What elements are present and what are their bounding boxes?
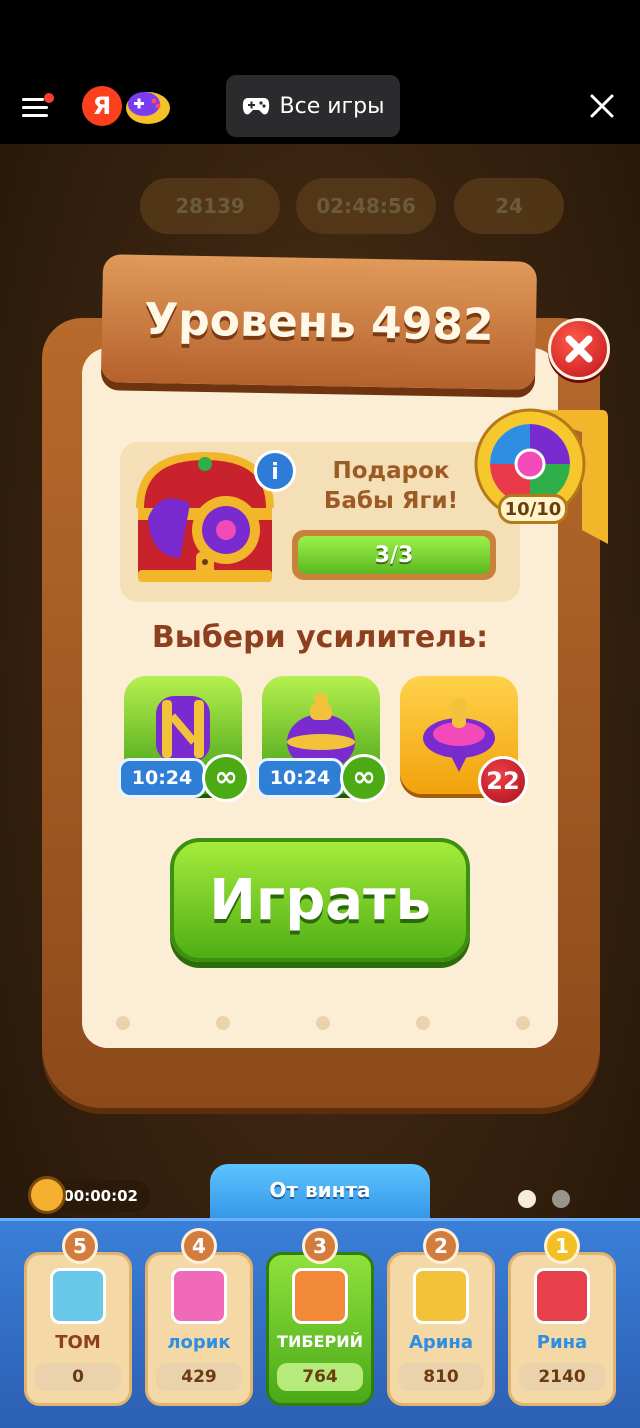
coins-counter: 28139 — [140, 178, 280, 234]
leader-score: 764 — [277, 1363, 363, 1391]
level-title: Уровень 4982 — [143, 293, 495, 351]
booster-count-badge: 22 — [478, 756, 528, 806]
close-icon[interactable] — [586, 90, 618, 122]
leader-name: лорик — [167, 1332, 231, 1353]
games-logo-icon[interactable] — [124, 86, 172, 126]
all-games-button[interactable]: Все игры — [226, 75, 400, 137]
booster-bomb-timer: 10:24 — [256, 758, 344, 798]
infinity-badge: ∞ — [202, 754, 250, 802]
level-title-plank: Уровень 4982 — [100, 254, 538, 390]
gift-progress-label: 3/3 — [374, 542, 414, 568]
infinity-badge: ∞ — [340, 754, 388, 802]
leader-rank: 4 — [181, 1228, 217, 1264]
lives-counter: 02:48:56 — [296, 178, 436, 234]
gift-title: Подарок Бабы Яги! — [296, 456, 486, 516]
leader-rank: 2 — [423, 1228, 459, 1264]
booster-title: Выбери усилитель: — [151, 620, 489, 655]
gift-title-line2: Бабы Яги! — [323, 488, 459, 514]
leader-name: Арина — [408, 1332, 473, 1353]
leader-rank: 3 — [302, 1228, 338, 1264]
info-button[interactable]: i — [254, 450, 296, 492]
leader-score: 0 — [35, 1363, 121, 1391]
yandex-logo[interactable]: Я — [82, 86, 122, 126]
leader-name: ТИБЕРИЙ — [277, 1332, 363, 1351]
avatar — [292, 1268, 348, 1324]
leader-score: 429 — [156, 1363, 242, 1391]
wheel-counter: 10/10 — [498, 494, 568, 524]
page-dot-active[interactable] — [518, 1190, 536, 1208]
coins-value: 28139 — [175, 194, 245, 218]
modal-close-button[interactable] — [548, 318, 610, 380]
avatar — [413, 1268, 469, 1324]
stars-counter: 24 — [454, 178, 564, 234]
lives-timer: 02:48:56 — [316, 194, 416, 218]
menu-icon[interactable] — [22, 93, 56, 124]
all-games-label: Все игры — [279, 93, 385, 119]
top-bar: Я Все игры — [0, 58, 640, 144]
booster-hammer-timer: 10:24 — [118, 758, 206, 798]
leader-rank: 1 — [544, 1228, 580, 1264]
gift-progress-bar: 3/3 — [292, 530, 496, 580]
avatar — [534, 1268, 590, 1324]
notification-dot — [44, 93, 54, 103]
gamepad-icon — [242, 98, 269, 115]
close-icon — [565, 335, 593, 363]
gift-title-line1: Подарок — [332, 458, 450, 484]
game-screen: Я Все игры 28139 02:48:56 24 Уровень 498… — [0, 0, 640, 1428]
page-dot[interactable] — [552, 1190, 570, 1208]
avatar — [171, 1268, 227, 1324]
stars-value: 24 — [495, 194, 523, 218]
play-button[interactable]: Играть — [170, 838, 470, 962]
leader-score: 2140 — [519, 1363, 605, 1391]
leader-rank: 5 — [62, 1228, 98, 1264]
leader-name: Рина — [536, 1332, 588, 1353]
leader-score: 810 — [398, 1363, 484, 1391]
leader-name: ТОМ — [55, 1332, 101, 1353]
stopwatch-icon — [28, 1176, 66, 1214]
avatar — [50, 1268, 106, 1324]
